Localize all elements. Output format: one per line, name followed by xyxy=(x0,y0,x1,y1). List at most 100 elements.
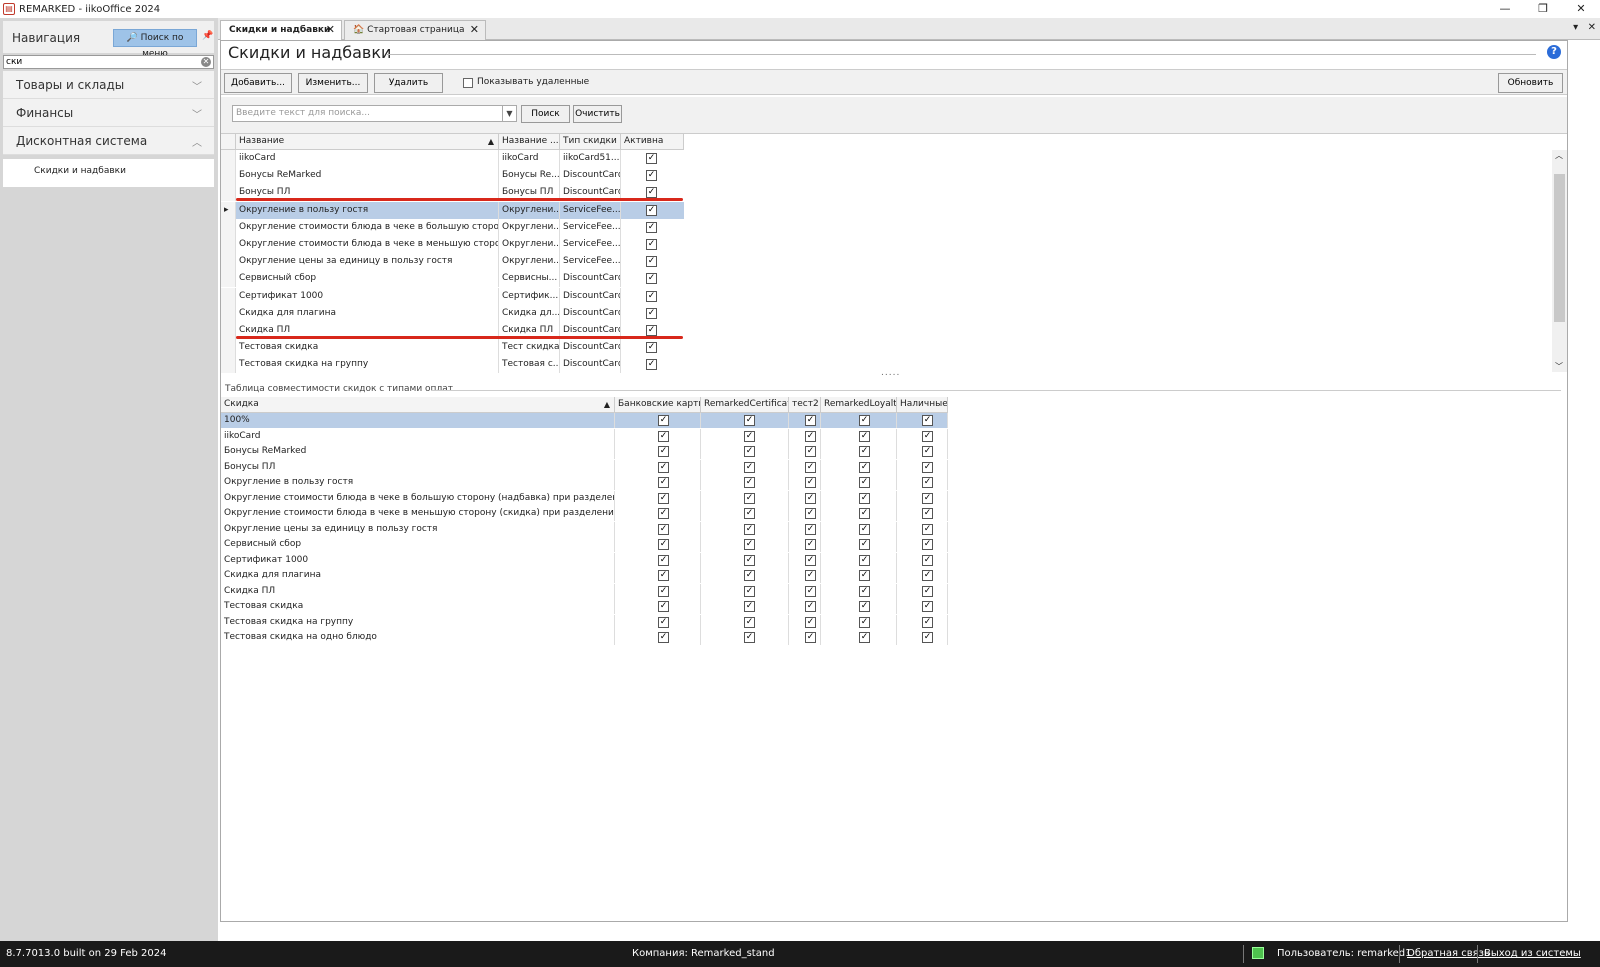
compat-header-bank-cards[interactable]: Банковские карты xyxy=(615,397,701,413)
active-checkbox[interactable]: ✓ xyxy=(646,307,657,319)
active-checkbox[interactable]: ✓ xyxy=(646,342,657,354)
active-checkbox[interactable]: ✓ xyxy=(646,290,657,302)
logout-link[interactable]: Выход из системы xyxy=(1484,948,1581,959)
tab-start-page[interactable]: 🏠 Стартовая страница ✕ xyxy=(344,20,486,40)
column-header-name[interactable]: Название ▲ xyxy=(236,134,499,150)
delete-button[interactable]: Удалить xyxy=(374,73,443,93)
table-row[interactable]: Округление стоимости блюда в чеке в мень… xyxy=(221,236,684,253)
compat-checkbox[interactable]: ✓ xyxy=(922,415,933,426)
compat-checkbox[interactable]: ✓ xyxy=(922,523,933,535)
table-row[interactable]: iikoCard iikoCard iikoCard51... ✓ xyxy=(221,150,684,167)
clear-search-icon[interactable]: ✕ xyxy=(201,57,211,67)
table-row[interactable]: Округление стоимости блюда в чеке в мень… xyxy=(221,506,948,521)
active-checkbox[interactable]: ✓ xyxy=(646,256,657,268)
compat-checkbox[interactable]: ✓ xyxy=(744,585,755,597)
table-row[interactable]: Скидка для плагина ✓ ✓ ✓ ✓ ✓ xyxy=(221,568,948,583)
compat-checkbox[interactable]: ✓ xyxy=(744,461,755,473)
compat-checkbox[interactable]: ✓ xyxy=(805,585,816,597)
table-row[interactable]: Округление стоимости блюда в чеке в боль… xyxy=(221,490,948,506)
compat-checkbox[interactable]: ✓ xyxy=(859,430,870,442)
compat-checkbox[interactable]: ✓ xyxy=(922,632,933,643)
compat-header-loyalty[interactable]: RemarkedLoyalty xyxy=(821,397,897,413)
nav-section-goods[interactable]: Товары и склады ﹀ xyxy=(3,71,214,99)
restore-icon[interactable]: ❐ xyxy=(1524,0,1562,18)
compat-checkbox[interactable]: ✓ xyxy=(922,461,933,473)
compat-checkbox[interactable]: ✓ xyxy=(859,492,870,504)
active-checkbox[interactable]: ✓ xyxy=(646,187,657,199)
compat-header-certificate[interactable]: RemarkedCertificate xyxy=(701,397,789,413)
compat-checkbox[interactable]: ✓ xyxy=(744,539,755,550)
compat-checkbox[interactable]: ✓ xyxy=(744,616,755,628)
nav-item-discounts[interactable]: Скидки и надбавки xyxy=(3,159,214,187)
minimize-icon[interactable]: — xyxy=(1486,0,1524,18)
compat-checkbox[interactable]: ✓ xyxy=(744,570,755,581)
table-row[interactable]: Сертификат 1000 ✓ ✓ ✓ ✓ ✓ xyxy=(221,552,948,568)
search-input[interactable]: Введите текст для поиска... ▼ xyxy=(232,105,517,122)
table-row[interactable]: Округление цены за единицу в пользу гост… xyxy=(221,521,948,537)
table-row[interactable]: Бонусы ReMarked Бонусы Re... DiscountCard ✓ xyxy=(221,167,684,185)
compat-checkbox[interactable]: ✓ xyxy=(658,492,669,504)
compat-header-cash[interactable]: Наличные xyxy=(897,397,948,413)
nav-section-discount[interactable]: Дисконтная система ︿ xyxy=(3,127,214,155)
compat-checkbox[interactable]: ✓ xyxy=(805,554,816,566)
pin-icon[interactable]: 📌 xyxy=(202,31,213,41)
compat-checkbox[interactable]: ✓ xyxy=(859,415,870,426)
compat-checkbox[interactable]: ✓ xyxy=(805,601,816,612)
active-checkbox[interactable]: ✓ xyxy=(646,273,657,285)
compat-header-test2[interactable]: тест2 xyxy=(789,397,821,413)
compat-checkbox[interactable]: ✓ xyxy=(744,601,755,612)
compat-checkbox[interactable]: ✓ xyxy=(922,446,933,457)
compat-checkbox[interactable]: ✓ xyxy=(658,585,669,597)
table-row[interactable]: Тестовая скидка на одно блюдо ✓ ✓ ✓ ✓ ✓ xyxy=(221,630,948,645)
compat-checkbox[interactable]: ✓ xyxy=(805,415,816,426)
compat-checkbox[interactable]: ✓ xyxy=(658,477,669,488)
refresh-button[interactable]: Обновить xyxy=(1498,73,1563,93)
compat-checkbox[interactable]: ✓ xyxy=(859,585,870,597)
active-checkbox[interactable]: ✓ xyxy=(646,359,657,371)
compat-checkbox[interactable]: ✓ xyxy=(744,415,755,426)
compat-checkbox[interactable]: ✓ xyxy=(805,508,816,519)
edit-button[interactable]: Изменить... xyxy=(298,73,368,93)
compat-checkbox[interactable]: ✓ xyxy=(744,477,755,488)
compat-checkbox[interactable]: ✓ xyxy=(922,616,933,628)
compat-checkbox[interactable]: ✓ xyxy=(922,477,933,488)
compat-checkbox[interactable]: ✓ xyxy=(744,446,755,457)
compat-checkbox[interactable]: ✓ xyxy=(922,585,933,597)
active-checkbox[interactable]: ✓ xyxy=(646,153,657,164)
compat-checkbox[interactable]: ✓ xyxy=(658,632,669,643)
compat-checkbox[interactable]: ✓ xyxy=(859,632,870,643)
compat-checkbox[interactable]: ✓ xyxy=(744,554,755,566)
menu-search-button[interactable]: 🔎 Поиск по меню xyxy=(113,29,197,59)
table-row[interactable]: Скидка для плагина Скидка дл... DiscountCa… xyxy=(221,304,684,322)
active-checkbox[interactable]: ✓ xyxy=(646,221,657,233)
show-deleted-checkbox[interactable] xyxy=(463,78,473,88)
table-row[interactable]: Округление в пользу гостя ✓ ✓ ✓ ✓ ✓ xyxy=(221,475,948,490)
compat-checkbox[interactable]: ✓ xyxy=(658,570,669,581)
scroll-down-icon[interactable]: ﹀ xyxy=(1555,361,1563,372)
close-tab-icon[interactable]: ✕ xyxy=(470,21,479,39)
column-header-active[interactable]: Активна xyxy=(621,134,684,150)
compat-checkbox[interactable]: ✓ xyxy=(805,632,816,643)
splitter-handle[interactable]: ..... xyxy=(881,368,900,378)
column-header-short[interactable]: Название ... xyxy=(499,134,560,150)
compat-checkbox[interactable]: ✓ xyxy=(859,616,870,628)
compat-checkbox[interactable]: ✓ xyxy=(805,492,816,504)
close-tab-icon[interactable]: ✕ xyxy=(326,21,335,39)
column-header-type[interactable]: Тип скидки xyxy=(560,134,621,150)
table-row[interactable]: Бонусы ReMarked ✓ ✓ ✓ ✓ ✓ xyxy=(221,444,948,459)
table-row[interactable]: Тестовая скидка Тест скидка DiscountCard ✓ xyxy=(221,339,684,357)
tab-discounts[interactable]: Скидки и надбавки ✕ xyxy=(220,20,342,40)
active-checkbox[interactable]: ✓ xyxy=(646,325,657,336)
compat-checkbox[interactable]: ✓ xyxy=(859,554,870,566)
scroll-thumb[interactable] xyxy=(1554,174,1565,322)
table-row[interactable]: Округление стоимости блюда в чеке в боль… xyxy=(221,218,684,236)
compat-checkbox[interactable]: ✓ xyxy=(922,601,933,612)
compat-checkbox[interactable]: ✓ xyxy=(859,477,870,488)
close-icon[interactable]: ✕ xyxy=(1562,0,1600,18)
add-button[interactable]: Добавить... xyxy=(224,73,292,93)
compat-checkbox[interactable]: ✓ xyxy=(744,508,755,519)
compat-checkbox[interactable]: ✓ xyxy=(859,539,870,550)
compat-checkbox[interactable]: ✓ xyxy=(859,601,870,612)
compat-checkbox[interactable]: ✓ xyxy=(922,554,933,566)
compat-header-discount[interactable]: Скидка ▲ xyxy=(221,397,615,413)
